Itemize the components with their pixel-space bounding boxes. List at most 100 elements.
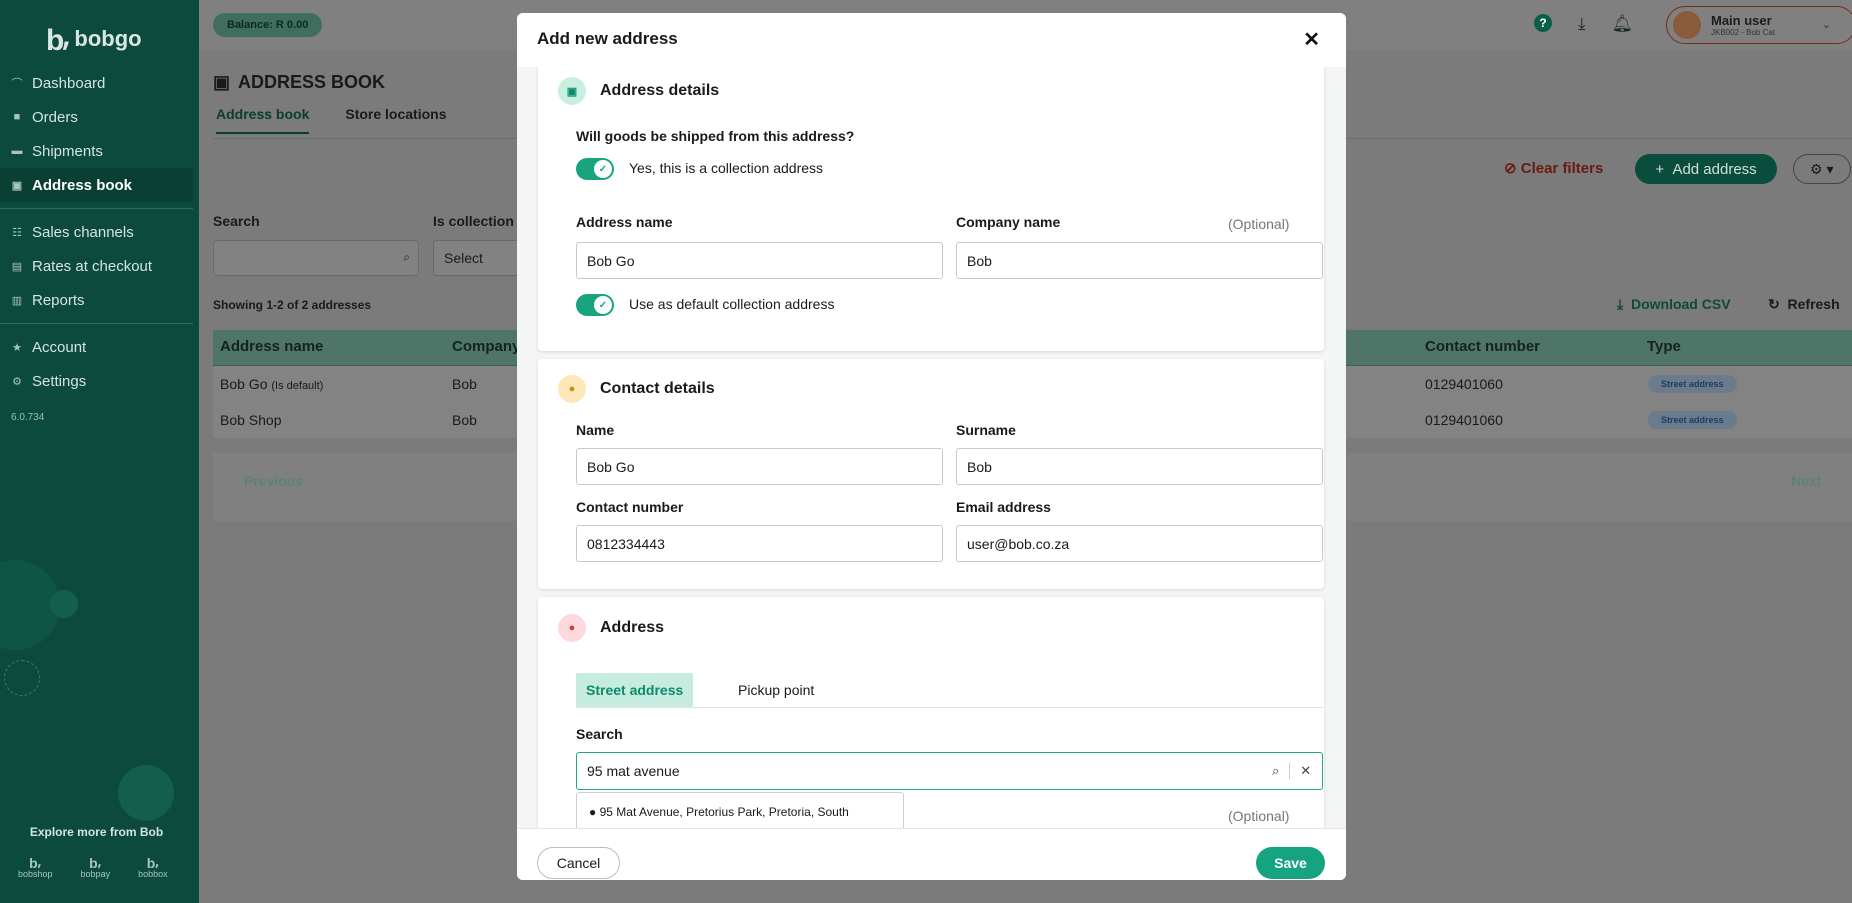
collection-toggle[interactable]: ✓: [576, 158, 614, 180]
sidebar-item-sales-channels[interactable]: ☷ Sales channels: [0, 215, 193, 249]
column-header[interactable]: Address name: [220, 338, 323, 355]
divider: [1289, 763, 1291, 779]
sidebar-item-shipments[interactable]: ▬ Shipments: [0, 134, 193, 168]
address-search-input[interactable]: 95 mat avenue: [576, 752, 1323, 790]
sidebar-item-dashboard[interactable]: ⌒ Dashboard: [0, 66, 193, 100]
clear-filters-label: Clear filters: [1520, 160, 1604, 177]
clear-filters-button[interactable]: ⊘ Clear filters: [1504, 159, 1603, 177]
default-address-label: Use as default collection address: [629, 296, 835, 312]
divider: [0, 323, 193, 324]
column-header[interactable]: Type: [1647, 338, 1681, 355]
book-icon: ▣: [11, 179, 23, 192]
user-menu[interactable]: Main user JKB002 - Bob Cat ⌄: [1666, 6, 1852, 44]
surname-label: Surname: [956, 422, 1016, 438]
next-button[interactable]: Next: [1791, 473, 1821, 489]
download-icon[interactable]: ⤓: [1578, 14, 1586, 34]
save-button[interactable]: Save: [1256, 847, 1325, 879]
contact-cell: 0129401060: [1425, 376, 1503, 392]
star-icon: ★: [12, 341, 22, 354]
refresh-button[interactable]: ↻ Refresh: [1768, 296, 1840, 313]
sidebar-item-settings[interactable]: ⚙ Settings: [0, 364, 193, 398]
address-suggestion[interactable]: ● 95 Mat Avenue, Pretorius Park, Pretori…: [576, 792, 904, 828]
bobgo-logo[interactable]: b⸴ bobgo: [46, 18, 142, 59]
contact-details-card: ● Contact details Name Bob Go Surname Bo…: [538, 359, 1324, 589]
report-icon: ▥: [11, 294, 23, 307]
version-label: 6.0.734: [11, 412, 45, 423]
email-label: Email address: [956, 499, 1051, 515]
cart-icon: ▤: [11, 260, 23, 273]
address-name-cell: Bob Go: [220, 376, 268, 392]
type-badge: Street address: [1648, 375, 1737, 393]
bell-icon[interactable]: 🔔︎: [1612, 14, 1634, 34]
add-address-label: Add address: [1672, 160, 1757, 178]
address-name-label: Address name: [576, 214, 673, 230]
bobgo-logo-icon: b⸴: [46, 24, 70, 57]
tab-store-locations[interactable]: Store locations: [345, 106, 446, 134]
download-csv-button[interactable]: ⤓ Download CSV: [1617, 296, 1731, 313]
contact-number-input[interactable]: 0812334443: [576, 525, 943, 562]
sidebar-item-account[interactable]: ★ Account: [0, 330, 193, 364]
modal-body[interactable]: ▣ Address details Will goods be shipped …: [517, 67, 1346, 828]
table-row[interactable]: Bob Go (Is default): [220, 376, 323, 392]
search-icon[interactable]: ⌕: [1272, 763, 1279, 779]
sidebar-item-label: Shipments: [32, 142, 103, 160]
sidebar-item-address-book[interactable]: ▣ Address book: [0, 168, 193, 202]
search-filter-label: Search: [213, 213, 260, 229]
sidebar-item-orders[interactable]: ■ Orders: [0, 100, 193, 134]
address-name-input[interactable]: Bob Go: [576, 242, 943, 279]
refresh-label: Refresh: [1787, 296, 1840, 312]
section-heading: ● Contact details: [558, 375, 715, 403]
close-icon[interactable]: ✕: [1303, 27, 1320, 52]
tab-pickup-point[interactable]: Pickup point: [738, 682, 814, 698]
chevron-down-icon: ⌄: [1821, 19, 1831, 31]
bobbox-link[interactable]: b⸴ bobbox: [138, 856, 168, 880]
table-row[interactable]: Bob Shop: [220, 412, 282, 428]
book-icon: ▣: [213, 72, 231, 92]
contact-cell: 0129401060: [1425, 412, 1503, 428]
bobshop-link[interactable]: b⸴ bobshop: [18, 856, 53, 880]
gear-icon: ⚙: [1810, 160, 1823, 177]
top-icons: ? ⤓ 🔔︎: [1534, 14, 1633, 34]
collection-filter-select[interactable]: Select: [433, 240, 523, 276]
company-cell: Bob: [452, 376, 477, 392]
add-address-button[interactable]: + Add address: [1635, 154, 1777, 184]
sidebar-item-reports[interactable]: ▥ Reports: [0, 283, 193, 317]
search-filter-input[interactable]: ⌕: [213, 240, 419, 276]
name-label: Name: [576, 422, 615, 438]
tab-street-address[interactable]: Street address: [576, 673, 694, 707]
column-header[interactable]: Contact number: [1425, 338, 1540, 355]
help-icon[interactable]: ?: [1534, 14, 1552, 32]
sidebar-item-label: Settings: [32, 372, 87, 390]
collection-filter-label: Is collection: [433, 213, 514, 229]
bobpay-icon: b⸴: [89, 855, 102, 871]
add-address-modal: Add new address ✕ ▣ Address details Will…: [517, 13, 1346, 880]
orders-icon: ■: [13, 111, 21, 123]
surname-input[interactable]: Bob: [956, 448, 1323, 485]
sidebar-item-rates-at-checkout[interactable]: ▤ Rates at checkout: [0, 249, 193, 283]
page-title-text: ADDRESS BOOK: [238, 72, 386, 92]
company-name-input[interactable]: Bob: [956, 242, 1323, 279]
bobpay-link[interactable]: b⸴ bobpay: [81, 855, 111, 880]
balance-badge[interactable]: Balance: R 0.00: [213, 13, 323, 37]
settings-dropdown-button[interactable]: ⚙ ▾: [1793, 154, 1851, 184]
app-links: b⸴ bobshop b⸴ bobpay b⸴ bobbox: [18, 855, 168, 880]
modal-title: Add new address: [537, 29, 678, 48]
default-address-toggle[interactable]: ✓: [576, 294, 614, 316]
column-header[interactable]: Company: [452, 338, 520, 355]
chart-icon: ⌒: [11, 78, 23, 90]
section-heading: ▣ Address details: [558, 77, 719, 105]
decoration: [50, 590, 78, 618]
previous-button[interactable]: Previous: [244, 473, 303, 489]
collection-toggle-label: Yes, this is a collection address: [629, 160, 824, 176]
company-name-label: Company name: [956, 214, 1061, 230]
gear-icon: ⚙: [12, 375, 22, 388]
sidebar-item-label: Address book: [32, 176, 133, 194]
name-input[interactable]: Bob Go: [576, 448, 943, 485]
check-icon: ✓: [594, 296, 612, 314]
modal-header: Add new address ✕: [517, 13, 1346, 67]
cancel-button[interactable]: Cancel: [537, 847, 620, 879]
sidebar: b⸴ bobgo ⌒ Dashboard ■ Orders ▬ Shipment…: [0, 0, 199, 903]
email-input[interactable]: user@bob.co.za: [956, 525, 1323, 562]
tab-address-book[interactable]: Address book: [216, 106, 310, 134]
clear-icon[interactable]: ✕: [1300, 763, 1311, 779]
